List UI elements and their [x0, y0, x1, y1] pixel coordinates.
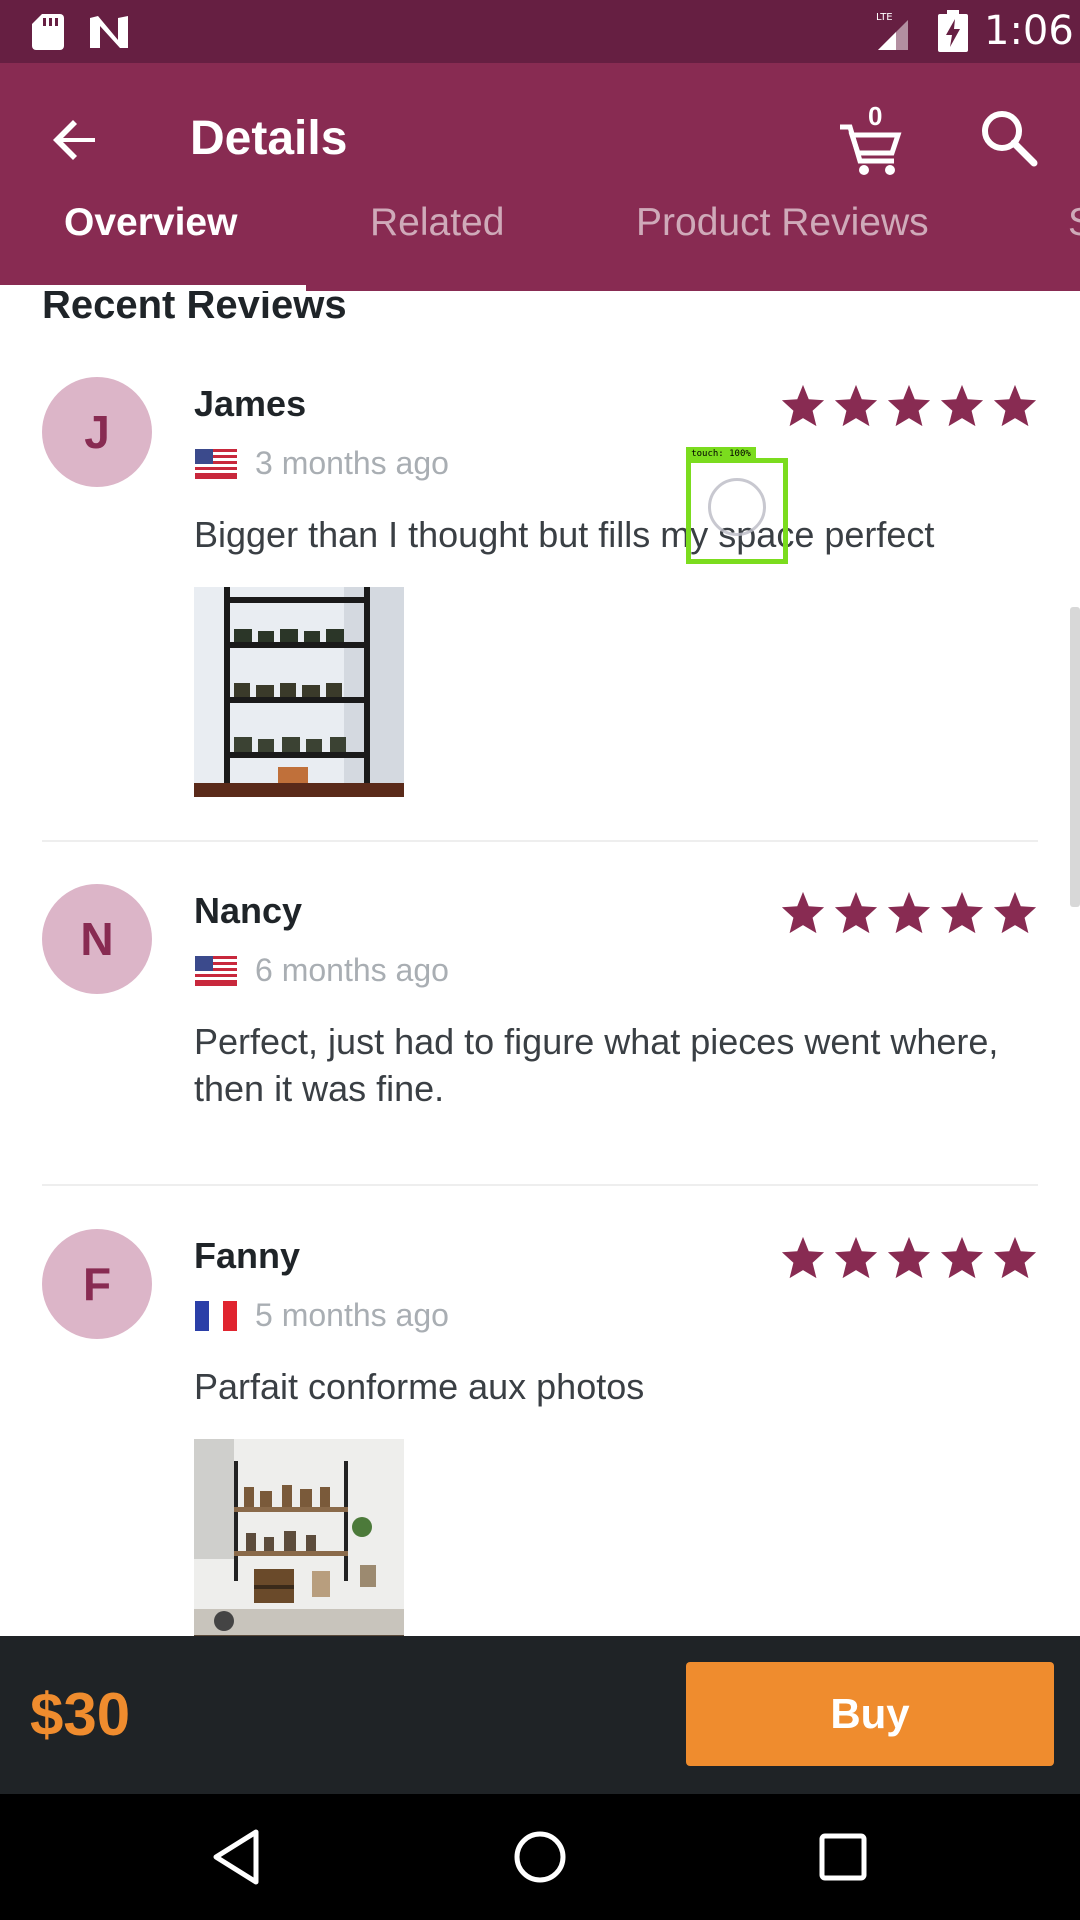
star-rating [780, 383, 1038, 429]
star-icon [993, 891, 1037, 934]
review-text: Perfect, just had to figure what pieces … [194, 1021, 999, 1109]
tab-product-reviews[interactable]: Product Reviews [636, 201, 929, 245]
section-title: Recent Reviews [42, 291, 347, 327]
buy-button[interactable]: Buy [686, 1662, 1054, 1766]
tab-bar: Overview Related Product Reviews S [0, 143, 1080, 291]
status-bar: LTE 1:06 [0, 0, 1080, 63]
star-icon [887, 384, 931, 427]
battery-charging-icon [938, 10, 968, 52]
reviews-content[interactable]: Recent Reviews J James 3 months ago Bigg… [0, 291, 1080, 1636]
reviewer-name: Nancy [194, 890, 303, 931]
price: $30 [30, 1681, 131, 1748]
recents-square-icon[interactable] [810, 1824, 876, 1890]
avatar: N [42, 884, 152, 994]
review-time: 5 months ago [255, 1297, 449, 1333]
star-icon [993, 1236, 1037, 1279]
review-time: 3 months ago [255, 445, 449, 481]
review-text: Bigger than I thought but fills my space… [194, 514, 935, 555]
n-notification-icon [90, 16, 128, 48]
review-text: Parfait conforme aux photos [194, 1366, 645, 1407]
scrollbar[interactable] [1070, 607, 1080, 907]
shelf-photo-image [194, 587, 404, 797]
tab-overview[interactable]: Overview [64, 201, 237, 245]
status-clock: 1:06 [984, 8, 1074, 54]
back-triangle-icon[interactable] [204, 1824, 270, 1890]
star-icon [781, 891, 825, 934]
reviewer-name: Fanny [194, 1235, 301, 1276]
star-icon [834, 891, 878, 934]
us-flag-icon [195, 956, 237, 986]
reviewer-name: James [194, 383, 307, 424]
divider [42, 840, 1038, 842]
review-photo[interactable] [194, 1439, 404, 1636]
us-flag-icon [195, 449, 237, 479]
avatar: F [42, 1229, 152, 1339]
star-icon [887, 1236, 931, 1279]
star-icon [834, 1236, 878, 1279]
review-photo[interactable] [194, 587, 404, 797]
lte-signal-icon: LTE [876, 12, 908, 50]
tab-partial[interactable]: S [1068, 201, 1080, 245]
star-icon [887, 891, 931, 934]
tab-related[interactable]: Related [370, 201, 504, 245]
sd-card-icon [32, 14, 64, 50]
star-icon [781, 384, 825, 427]
star-icon [940, 1236, 984, 1279]
cart-count-badge: 0 [868, 101, 883, 131]
star-rating [780, 890, 1038, 936]
review-time: 6 months ago [255, 952, 449, 988]
star-rating [780, 1235, 1038, 1281]
touch-indicator-circle [708, 478, 766, 536]
star-icon [940, 384, 984, 427]
buy-bar: $30 Buy [0, 1636, 1080, 1794]
network-label: LTE [876, 12, 893, 23]
star-icon [993, 384, 1037, 427]
divider [42, 1184, 1038, 1186]
home-circle-icon[interactable] [507, 1824, 573, 1890]
kitchen-photo-image [194, 1439, 404, 1636]
system-nav-bar [0, 1794, 1080, 1920]
avatar: J [42, 377, 152, 487]
star-icon [781, 1236, 825, 1279]
star-icon [940, 891, 984, 934]
star-icon [834, 384, 878, 427]
fr-flag-icon [195, 1301, 237, 1331]
